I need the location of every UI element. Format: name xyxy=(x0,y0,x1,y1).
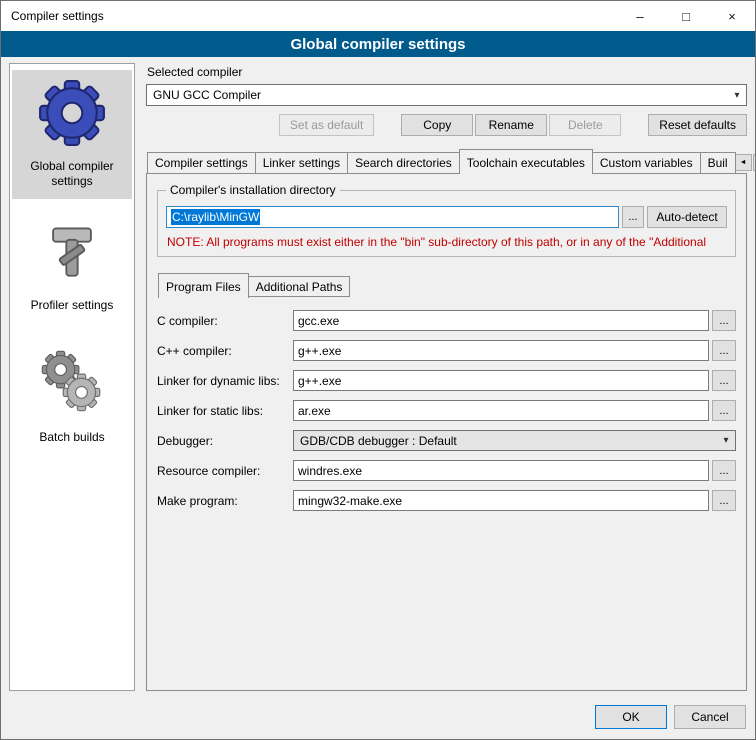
window-title: Compiler settings xyxy=(1,1,617,31)
cancel-button[interactable]: Cancel xyxy=(674,705,746,729)
sidebar: Global compiler settings Profiler settin… xyxy=(9,63,135,691)
tab-scroll-arrows: ◄ ► xyxy=(735,154,756,173)
install-dir-note: NOTE: All programs must exist either in … xyxy=(167,235,726,249)
maximize-icon[interactable]: □ xyxy=(663,1,709,31)
blue-gear-icon xyxy=(37,78,107,148)
form-row: Make program:mingw32-make.exe... xyxy=(157,490,736,511)
sidebar-item-batch-builds[interactable]: Batch builds xyxy=(12,335,132,455)
subtab-program-files[interactable]: Program Files xyxy=(158,273,249,298)
footer: OK Cancel xyxy=(1,695,755,739)
ok-button[interactable]: OK xyxy=(595,705,667,729)
copy-button[interactable]: Copy xyxy=(401,114,473,136)
set-as-default-button: Set as default xyxy=(279,114,374,136)
gray-tools-icon xyxy=(38,219,106,287)
compiler-select[interactable]: GNU GCC Compiler ▾ xyxy=(146,84,747,106)
tab-toolchain-executables[interactable]: Toolchain executables xyxy=(459,149,593,174)
subtab-additional-paths[interactable]: Additional Paths xyxy=(248,276,351,297)
install-dir-input[interactable]: C:\raylib\MinGW xyxy=(166,206,619,228)
compiler-settings-window: Compiler settings – □ × Global compiler … xyxy=(0,0,756,740)
form-row: Resource compiler:windres.exe... xyxy=(157,460,736,481)
cpp-compiler-input[interactable]: g++.exe xyxy=(293,340,709,361)
form-row: Linker for static libs:ar.exe... xyxy=(157,400,736,421)
form-row: Debugger: GDB/CDB debugger : Default ▾ xyxy=(157,430,736,451)
linker-for-dynamic-libs-browse-button[interactable]: ... xyxy=(712,370,736,391)
make-program-label: Make program: xyxy=(157,494,293,508)
make-program-browse-button[interactable]: ... xyxy=(712,490,736,511)
linker-for-dynamic-libs-label: Linker for dynamic libs: xyxy=(157,374,293,388)
tab-linker-settings[interactable]: Linker settings xyxy=(255,152,348,173)
rename-button[interactable]: Rename xyxy=(475,114,547,136)
install-dir-browse-button[interactable]: ... xyxy=(622,206,644,228)
reset-defaults-button[interactable]: Reset defaults xyxy=(648,114,747,136)
compiler-actions: Set as default CopyRenameDelete Reset defa… xyxy=(146,114,747,136)
debugger-select[interactable]: GDB/CDB debugger : Default ▾ xyxy=(293,430,736,451)
tab-scroll-left-icon[interactable]: ◄ xyxy=(735,154,752,171)
banner-title: Global compiler settings xyxy=(1,31,755,57)
gray-gear-stack-icon xyxy=(34,343,110,419)
install-dir-row: C:\raylib\MinGW ... Auto-detect xyxy=(166,206,727,228)
selected-compiler-label: Selected compiler xyxy=(147,65,747,79)
install-dir-value: C:\raylib\MinGW xyxy=(171,209,260,225)
main-tabstrip: Compiler settingsLinker settingsSearch d… xyxy=(146,149,747,173)
sidebar-item-global-compiler-settings[interactable]: Global compiler settings xyxy=(12,70,132,199)
debugger-label: Debugger: xyxy=(157,434,293,448)
resource-compiler-browse-button[interactable]: ... xyxy=(712,460,736,481)
close-icon[interactable]: × xyxy=(709,1,755,31)
form-row: C compiler:gcc.exe... xyxy=(157,310,736,331)
sidebar-item-label: Profiler settings xyxy=(14,298,130,313)
install-dir-group-label: Compiler's installation directory xyxy=(166,183,340,197)
resource-compiler-label: Resource compiler: xyxy=(157,464,293,478)
resource-compiler-input[interactable]: windres.exe xyxy=(293,460,709,481)
toolchain-panel: Compiler's installation directory C:\ray… xyxy=(146,173,747,691)
main-area: Selected compiler GNU GCC Compiler ▾ Set… xyxy=(146,63,747,691)
dropdown-arrow-icon: ▾ xyxy=(717,435,735,446)
c-compiler-label: C compiler: xyxy=(157,314,293,328)
make-program-input[interactable]: mingw32-make.exe xyxy=(293,490,709,511)
subtabstrip: Program FilesAdditional Paths xyxy=(157,273,736,297)
sidebar-item-profiler-settings[interactable]: Profiler settings xyxy=(12,211,132,323)
tab-search-directories[interactable]: Search directories xyxy=(347,152,460,173)
sidebar-item-label: Batch builds xyxy=(14,430,130,445)
c-compiler-browse-button[interactable]: ... xyxy=(712,310,736,331)
linker-for-static-libs-browse-button[interactable]: ... xyxy=(712,400,736,421)
form-row: Linker for dynamic libs:g++.exe... xyxy=(157,370,736,391)
compiler-select-value: GNU GCC Compiler xyxy=(153,88,261,102)
tab-buil[interactable]: Buil xyxy=(700,152,736,173)
dropdown-arrow-icon: ▾ xyxy=(728,90,746,101)
linker-for-static-libs-input[interactable]: ar.exe xyxy=(293,400,709,421)
dialog-body: Global compiler settings Profiler settin… xyxy=(1,57,755,695)
install-dir-groupbox: Compiler's installation directory C:\ray… xyxy=(157,190,736,257)
program-files-form: C compiler:gcc.exe...C++ compiler:g++.ex… xyxy=(157,310,736,520)
titlebar: Compiler settings – □ × xyxy=(1,1,755,31)
form-row: C++ compiler:g++.exe... xyxy=(157,340,736,361)
tab-scroll-right-icon[interactable]: ► xyxy=(753,154,756,171)
c-compiler-input[interactable]: gcc.exe xyxy=(293,310,709,331)
select-value: GDB/CDB debugger : Default xyxy=(300,434,457,448)
linker-for-dynamic-libs-input[interactable]: g++.exe xyxy=(293,370,709,391)
sidebar-item-label: Global compiler settings xyxy=(14,159,130,189)
linker-for-static-libs-label: Linker for static libs: xyxy=(157,404,293,418)
cpp-compiler-browse-button[interactable]: ... xyxy=(712,340,736,361)
autodetect-button[interactable]: Auto-detect xyxy=(647,206,727,228)
minimize-icon[interactable]: – xyxy=(617,1,663,31)
tab-compiler-settings[interactable]: Compiler settings xyxy=(147,152,256,173)
cpp-compiler-label: C++ compiler: xyxy=(157,344,293,358)
delete-button: Delete xyxy=(549,114,621,136)
tab-custom-variables[interactable]: Custom variables xyxy=(592,152,701,173)
